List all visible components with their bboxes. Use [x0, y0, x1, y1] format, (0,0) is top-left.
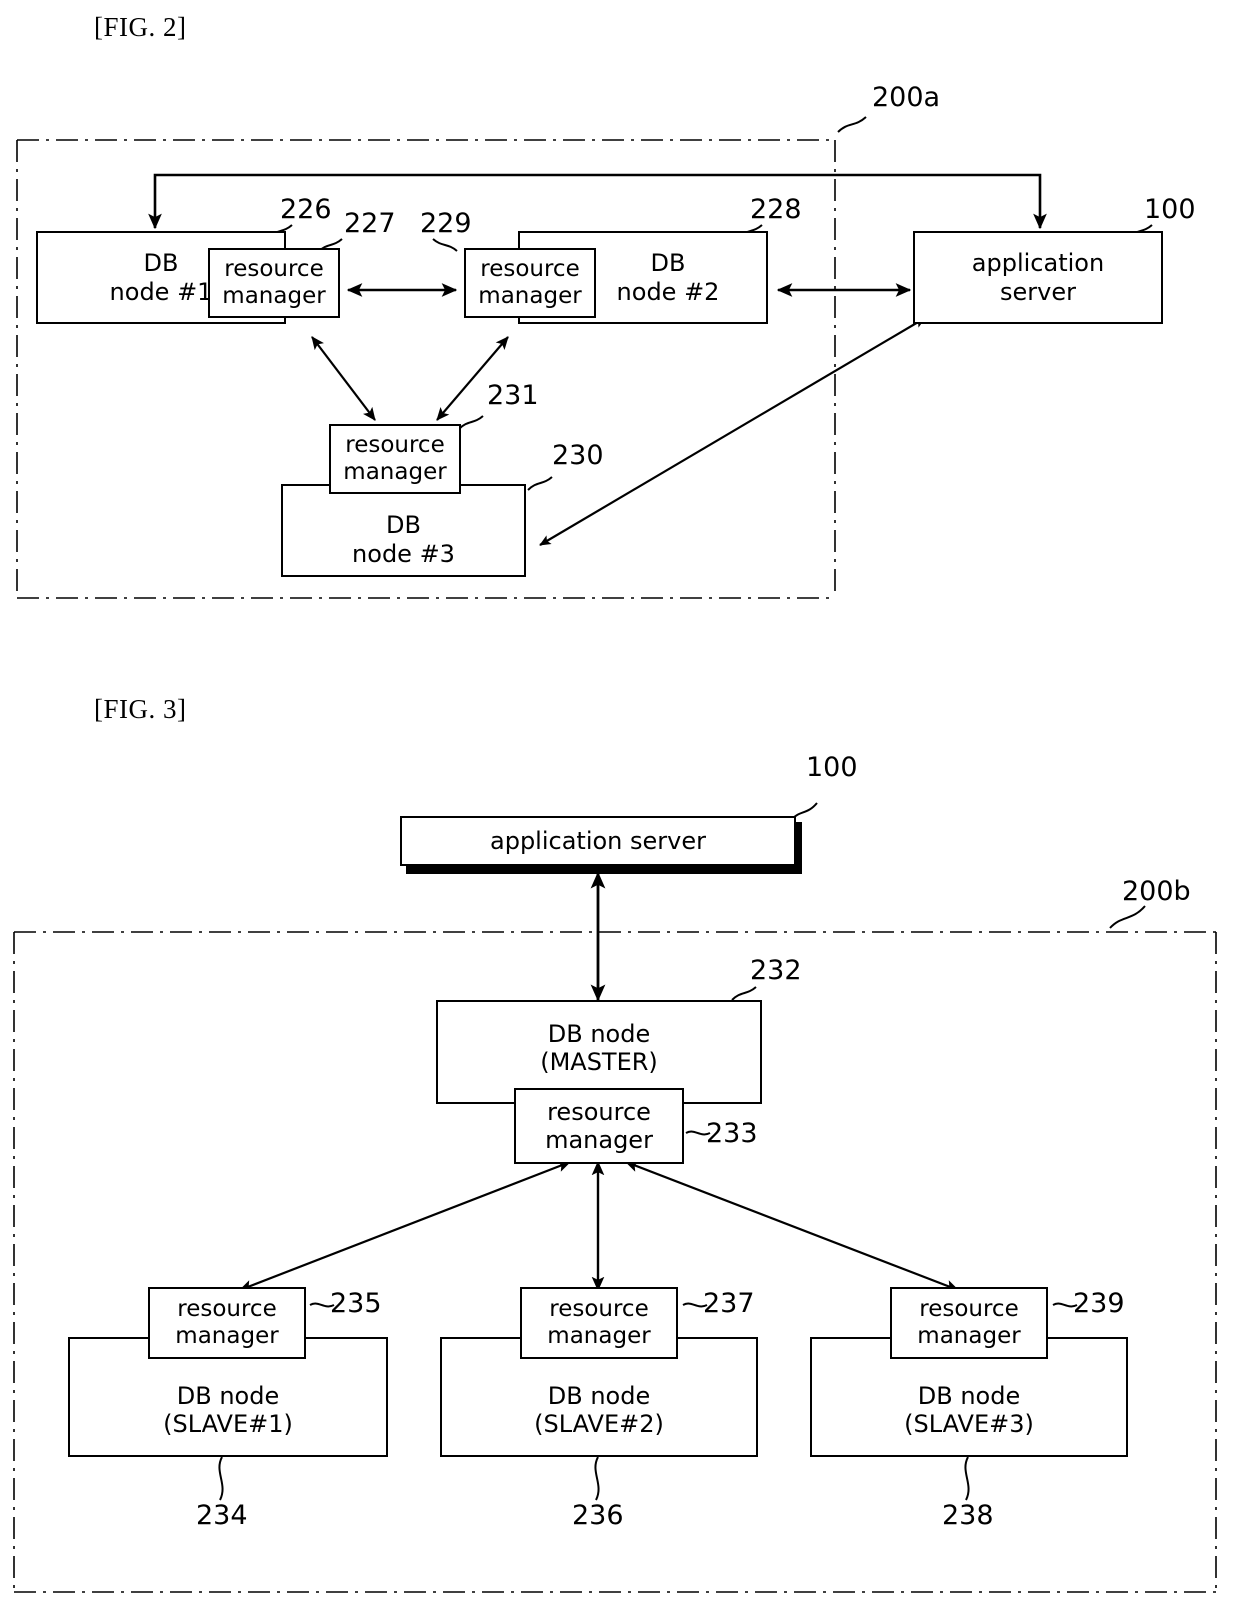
- fig2-app-server-line1: application: [971, 249, 1105, 278]
- leader-230: [527, 476, 553, 491]
- fig2-application-server: application server: [913, 231, 1163, 324]
- leader-200b: [1109, 905, 1146, 929]
- fig3-resource-manager-233: resource manager: [514, 1088, 684, 1164]
- fig3-slave3-line2: (SLAVE#3): [904, 1410, 1034, 1438]
- fig2-boundary-ref-200a: 200a: [872, 82, 941, 113]
- fig3-ref-232: 232: [750, 955, 802, 986]
- leader-200a: [837, 116, 867, 133]
- leader-236: [594, 1456, 600, 1501]
- fig2-ref-231: 231: [487, 380, 539, 411]
- fig3-app-server-label: application server: [490, 826, 706, 855]
- patent-drawing-page: [FIG. 2] 200a DB node #1 226 resource ma…: [0, 0, 1240, 1623]
- fig2-ref-227: 227: [344, 208, 396, 239]
- fig3-slave2-line1: DB node: [547, 1381, 651, 1410]
- fig3-ref-235: 235: [330, 1288, 382, 1319]
- fig2-rm-227-line2: manager: [222, 283, 326, 309]
- fig2-ref-226: 226: [280, 194, 332, 225]
- fig2-db-node-3-line2: node #3: [352, 539, 455, 568]
- fig3-rm-239-line2: manager: [917, 1323, 1021, 1349]
- fig3-slave1-line1: DB node: [176, 1381, 280, 1410]
- fig3-title: [FIG. 3]: [94, 694, 187, 724]
- fig3-master-slave1-link: [239, 1160, 571, 1292]
- leader-232: [731, 986, 757, 1001]
- fig3-ref-239: 239: [1073, 1288, 1125, 1319]
- fig2-rm-229-line1: resource: [480, 255, 580, 282]
- fig2-db-node-3: DB node #3: [281, 484, 526, 577]
- fig3-ref-236: 236: [572, 1500, 624, 1531]
- leader-238: [964, 1456, 970, 1501]
- fig3-resource-manager-235: resource manager: [148, 1287, 306, 1359]
- fig3-rm-235-line1: resource: [177, 1295, 277, 1322]
- fig2-rm1-rm3-link: [311, 336, 376, 421]
- fig3-rm-237-line2: manager: [547, 1323, 651, 1349]
- fig3-boundary-ref-200b: 200b: [1122, 876, 1191, 907]
- fig2-resource-manager-227: resource manager: [208, 248, 340, 318]
- fig2-resource-manager-229: resource manager: [464, 248, 596, 318]
- fig3-slave3-line1: DB node: [917, 1381, 1021, 1410]
- fig2-rm-231-line2: manager: [343, 459, 447, 485]
- fig3-rm-233-line2: manager: [545, 1126, 653, 1154]
- fig3-master-slave3-link: [625, 1160, 959, 1292]
- fig3-slave2-line2: (SLAVE#2): [534, 1410, 664, 1438]
- fig2-ref-229: 229: [420, 208, 472, 239]
- fig2-app-server-line2: server: [1000, 277, 1076, 306]
- fig2-db-node-3-line1: DB: [386, 511, 421, 540]
- fig2-ref-228: 228: [750, 194, 802, 225]
- fig3-ref-233: 233: [706, 1118, 758, 1149]
- leader-234: [218, 1456, 224, 1501]
- fig2-rm-229-line2: manager: [478, 283, 582, 309]
- fig2-db-node-2-line2: node #2: [616, 277, 720, 306]
- fig3-rm-237-line1: resource: [549, 1295, 649, 1322]
- fig2-ref-100: 100: [1144, 194, 1196, 225]
- fig3-ref-100: 100: [806, 752, 858, 783]
- fig3-resource-manager-239: resource manager: [890, 1287, 1048, 1359]
- fig2-resource-manager-231: resource manager: [329, 424, 461, 494]
- fig3-rm-239-line1: resource: [919, 1295, 1019, 1322]
- fig2-title: [FIG. 2]: [94, 12, 187, 42]
- fig3-ref-238: 238: [942, 1500, 994, 1531]
- fig2-rm-231-line1: resource: [345, 431, 445, 458]
- fig3-ref-234: 234: [196, 1500, 248, 1531]
- fig2-db3-appserver-link: [539, 317, 926, 546]
- fig3-slave1-line2: (SLAVE#1): [163, 1410, 293, 1438]
- fig3-ref-237: 237: [703, 1288, 755, 1319]
- fig3-rm-233-line1: resource: [547, 1097, 651, 1126]
- leader-229: [432, 238, 458, 252]
- fig2-db-node-1-line2: node #1: [109, 277, 213, 306]
- fig2-db-node-1-line1: DB: [143, 249, 179, 278]
- fig2-ref-230: 230: [552, 440, 604, 471]
- fig3-application-server: application server: [400, 816, 796, 866]
- fig3-master-line2: (MASTER): [540, 1048, 658, 1076]
- fig3-master-line1: DB node: [547, 1019, 651, 1048]
- fig2-db-node-2-line1: DB: [650, 249, 686, 278]
- fig3-resource-manager-237: resource manager: [520, 1287, 678, 1359]
- fig3-rm-235-line2: manager: [175, 1323, 279, 1349]
- fig3-app-server-shadow-bottom: [406, 866, 802, 874]
- leader-231: [458, 415, 484, 430]
- fig2-rm-227-line1: resource: [224, 255, 324, 282]
